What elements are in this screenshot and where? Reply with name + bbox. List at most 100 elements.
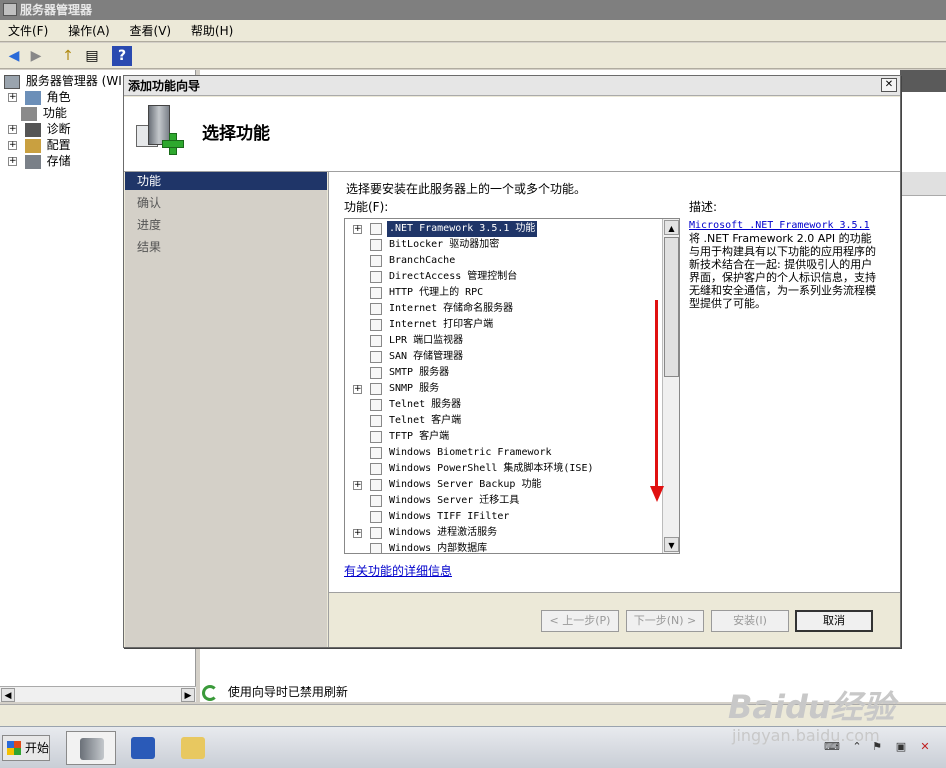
- feature-row[interactable]: SMTP 服务器: [345, 365, 663, 381]
- expand-icon[interactable]: +: [353, 529, 362, 538]
- feature-row[interactable]: Internet 存储命名服务器: [345, 301, 663, 317]
- feature-checkbox[interactable]: [370, 223, 382, 235]
- feature-row[interactable]: SAN 存储管理器: [345, 349, 663, 365]
- close-icon[interactable]: ✕: [881, 78, 897, 92]
- feature-checkbox[interactable]: [370, 383, 382, 395]
- feature-checkbox[interactable]: [370, 431, 382, 443]
- features-list[interactable]: Windows 内部数据库 + Windows 进程激活服务 Windows TIFF…: [344, 218, 680, 554]
- feature-checkbox[interactable]: [370, 463, 382, 475]
- roles-icon: [24, 90, 41, 105]
- scroll-right-icon[interactable]: ▶: [181, 688, 195, 702]
- feature-label: SNMP 服务: [389, 383, 440, 394]
- taskbar-powershell[interactable]: [118, 731, 168, 765]
- feature-row[interactable]: + Windows Server Backup 功能: [345, 477, 663, 493]
- feature-row[interactable]: BranchCache: [345, 253, 663, 269]
- feature-checkbox[interactable]: [370, 271, 382, 283]
- menubar: 文件(F) 操作(A) 查看(V) 帮助(H): [0, 20, 946, 42]
- install-button[interactable]: 安装(I): [711, 610, 789, 632]
- feature-checkbox[interactable]: [370, 543, 382, 553]
- feature-checkbox[interactable]: [370, 255, 382, 267]
- feature-row[interactable]: BitLocker 驱动器加密: [345, 237, 663, 253]
- show-hide-tree-icon[interactable]: ▤: [82, 46, 102, 66]
- feature-row[interactable]: DirectAccess 管理控制台: [345, 269, 663, 285]
- feature-checkbox[interactable]: [370, 367, 382, 379]
- refresh-status-text: 使用向导时已禁用刷新: [227, 685, 348, 699]
- menu-view[interactable]: 查看(V): [122, 20, 180, 42]
- menu-action[interactable]: 操作(A): [60, 20, 118, 42]
- expand-icon[interactable]: +: [8, 141, 17, 150]
- feature-row[interactable]: Internet 打印客户端: [345, 317, 663, 333]
- feature-label: HTTP 代理上的 RPC: [389, 287, 484, 298]
- forward-arrow-icon[interactable]: ▶: [26, 46, 46, 66]
- feature-checkbox[interactable]: [370, 319, 382, 331]
- expand-icon[interactable]: +: [8, 125, 17, 134]
- menu-file[interactable]: 文件(F): [0, 20, 56, 42]
- feature-row[interactable]: Telnet 客户端: [345, 413, 663, 429]
- wizard-header: 选择功能: [124, 97, 900, 172]
- feature-checkbox[interactable]: [370, 495, 382, 507]
- feature-label: SMTP 服务器: [389, 367, 450, 378]
- tree-root[interactable]: 服务器管理器 (WI: [4, 73, 122, 89]
- feature-checkbox[interactable]: [370, 335, 382, 347]
- feature-row[interactable]: Windows Biometric Framework: [345, 445, 663, 461]
- feature-row[interactable]: Windows PowerShell 集成脚本环境(ISE): [345, 461, 663, 477]
- expand-icon[interactable]: +: [353, 481, 362, 490]
- feature-label: BranchCache: [389, 255, 456, 266]
- menu-help[interactable]: 帮助(H): [183, 20, 241, 42]
- expand-icon[interactable]: +: [353, 385, 362, 394]
- tree-item-label: 配置: [46, 138, 71, 152]
- feature-checkbox[interactable]: [370, 447, 382, 459]
- tree-item-diagnostics[interactable]: + 诊断: [8, 121, 71, 137]
- scroll-down-icon[interactable]: ▼: [664, 537, 679, 552]
- feature-checkbox[interactable]: [370, 287, 382, 299]
- feature-checkbox[interactable]: [370, 399, 382, 411]
- feature-row[interactable]: Telnet 服务器: [345, 397, 663, 413]
- tree-item-roles[interactable]: + 角色: [8, 89, 71, 105]
- feature-checkbox[interactable]: [370, 511, 382, 523]
- feature-row[interactable]: Windows TIFF IFilter: [345, 509, 663, 525]
- expand-icon[interactable]: +: [353, 225, 362, 234]
- step-progress: 进度: [137, 218, 162, 232]
- feature-label: Windows Server 迁移工具: [389, 495, 520, 506]
- taskbar-explorer[interactable]: [168, 731, 218, 765]
- more-info-link[interactable]: 有关功能的详细信息: [344, 562, 452, 579]
- expand-icon[interactable]: +: [8, 157, 17, 166]
- back-arrow-icon[interactable]: ◀: [4, 46, 24, 66]
- feature-row[interactable]: + .NET Framework 3.5.1 功能: [345, 221, 663, 237]
- tree-item-configuration[interactable]: + 配置: [8, 137, 71, 153]
- taskbar-server-manager[interactable]: [66, 731, 116, 765]
- up-folder-icon[interactable]: ↑: [58, 46, 78, 66]
- previous-button[interactable]: < 上一步(P): [541, 610, 619, 632]
- feature-row[interactable]: TFTP 客户端: [345, 429, 663, 445]
- feature-checkbox[interactable]: [370, 239, 382, 251]
- scrollbar-thumb[interactable]: [664, 237, 679, 377]
- tree-item-features[interactable]: 功能: [21, 105, 67, 121]
- scroll-left-icon[interactable]: ◀: [1, 688, 15, 702]
- tree-item-storage[interactable]: + 存储: [8, 153, 71, 169]
- feature-checkbox[interactable]: [370, 351, 382, 363]
- next-button[interactable]: 下一步(N) >: [626, 610, 704, 632]
- feature-checkbox[interactable]: [370, 303, 382, 315]
- feature-label: SAN 存储管理器: [389, 351, 464, 362]
- instructions-text: 选择要安装在此服务器上的一个或多个功能。: [346, 182, 587, 196]
- feature-row[interactable]: Windows Server 迁移工具: [345, 493, 663, 509]
- feature-row[interactable]: + Windows 进程激活服务: [345, 525, 663, 541]
- feature-row[interactable]: HTTP 代理上的 RPC: [345, 285, 663, 301]
- help-icon[interactable]: ?: [112, 46, 132, 66]
- feature-row[interactable]: LPR 端口监视器: [345, 333, 663, 349]
- description-link[interactable]: Microsoft .NET Framework 3.5.1: [689, 220, 870, 231]
- cancel-button[interactable]: 取消: [795, 610, 873, 632]
- feature-checkbox[interactable]: [370, 415, 382, 427]
- step-features[interactable]: 功能: [125, 172, 327, 190]
- expand-icon[interactable]: +: [8, 93, 17, 102]
- tree-horizontal-scrollbar[interactable]: ◀ ▶: [0, 686, 196, 702]
- features-vertical-scrollbar[interactable]: ▲ ▼: [662, 219, 679, 553]
- watermark: Baidu经验 jingyan.baidu.com: [718, 682, 938, 752]
- feature-checkbox[interactable]: [370, 479, 382, 491]
- feature-row[interactable]: + SNMP 服务: [345, 381, 663, 397]
- start-button[interactable]: 开始: [2, 735, 50, 761]
- scroll-up-icon[interactable]: ▲: [664, 220, 679, 235]
- feature-checkbox[interactable]: [370, 527, 382, 539]
- feature-row[interactable]: Windows 内部数据库: [345, 541, 663, 553]
- feature-label: Windows Server Backup 功能: [389, 479, 542, 490]
